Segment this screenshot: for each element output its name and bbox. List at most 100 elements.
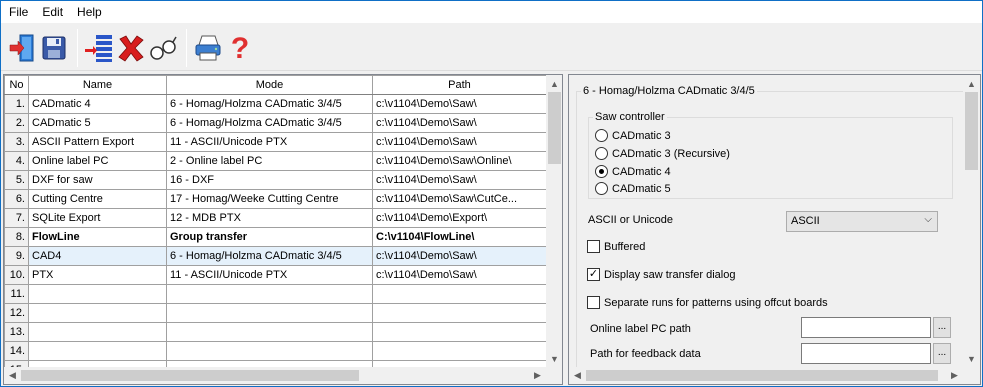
path-cell[interactable]: c:\v1104\Demo\Saw\: [372, 170, 547, 190]
name-cell[interactable]: ASCII Pattern Export: [28, 132, 167, 152]
table-row[interactable]: 9. CAD4 6 - Homag/Holzma CADmatic 3/4/5 c:\…: [4, 246, 547, 266]
mode-cell[interactable]: [166, 341, 373, 361]
table-row[interactable]: 14.: [4, 341, 547, 361]
scroll-thumb[interactable]: [586, 370, 938, 381]
table-row[interactable]: 3. ASCII Pattern Export 11 - ASCII/Unicode…: [4, 132, 547, 152]
path-cell[interactable]: c:\v1104\Demo\Saw\: [372, 132, 547, 152]
mode-cell[interactable]: 17 - Homag/Weeke Cutting Centre: [166, 189, 373, 209]
buffered-option[interactable]: Buffered: [587, 240, 645, 253]
scroll-right-arrow[interactable]: ▶: [529, 367, 546, 384]
row-number-cell[interactable]: 14.: [4, 341, 29, 361]
save-button[interactable]: [39, 31, 69, 65]
name-cell[interactable]: DXF for saw: [28, 170, 167, 190]
radio-cadmatic-4[interactable]: CADmatic 4: [595, 165, 671, 178]
path-cell[interactable]: [372, 303, 547, 323]
name-cell[interactable]: [28, 322, 167, 342]
name-cell[interactable]: FlowLine: [28, 227, 167, 247]
name-cell[interactable]: SQLite Export: [28, 208, 167, 228]
help-button[interactable]: ?: [225, 31, 255, 65]
scroll-down-arrow[interactable]: ▼: [963, 350, 980, 367]
print-button[interactable]: [193, 31, 223, 65]
settings-horizontal-scrollbar[interactable]: ◀ ▶: [569, 367, 963, 384]
table-row[interactable]: 13.: [4, 322, 547, 342]
scroll-up-arrow[interactable]: ▲: [546, 75, 562, 92]
buffered-checkbox[interactable]: [587, 240, 600, 253]
table-row[interactable]: 11.: [4, 284, 547, 304]
path-cell[interactable]: [372, 341, 547, 361]
row-number-cell[interactable]: 6.: [4, 189, 29, 209]
separate-runs-checkbox[interactable]: [587, 296, 600, 309]
name-cell[interactable]: PTX: [28, 265, 167, 285]
radio-cadmatic-3-recursive[interactable]: CADmatic 3 (Recursive): [595, 147, 730, 160]
radio-cadmatic-5[interactable]: CADmatic 5: [595, 182, 671, 195]
online-label-path-input[interactable]: [801, 317, 931, 338]
path-cell[interactable]: c:\v1104\Demo\Saw\CutCe...: [372, 189, 547, 209]
mode-cell[interactable]: [166, 284, 373, 304]
name-cell[interactable]: CADmatic 4: [28, 94, 167, 114]
mode-cell[interactable]: 16 - DXF: [166, 170, 373, 190]
row-number-cell[interactable]: 5.: [4, 170, 29, 190]
table-row[interactable]: 1. CADmatic 46 - Homag/Holzma CADmatic 3/…: [4, 94, 547, 114]
add-row-button[interactable]: [84, 31, 114, 65]
table-row[interactable]: 6. Cutting Centre 17 - Homag/Weeke Cutting…: [4, 189, 547, 209]
radio-button[interactable]: [595, 129, 608, 142]
row-number-cell[interactable]: 10.: [4, 265, 29, 285]
name-cell[interactable]: Cutting Centre: [28, 189, 167, 209]
settings-vertical-scrollbar[interactable]: ▲ ▼: [963, 75, 980, 367]
path-cell[interactable]: C:\v1104\FlowLine\: [372, 227, 547, 247]
feedback-path-browse-button[interactable]: ...: [933, 343, 951, 364]
column-header-mode[interactable]: Mode: [166, 75, 373, 95]
name-cell[interactable]: CADmatic 5: [28, 113, 167, 133]
path-cell[interactable]: c:\v1104\Demo\Saw\: [372, 94, 547, 114]
mode-cell[interactable]: [166, 322, 373, 342]
table-row[interactable]: 2. CADmatic 56 - Homag/Holzma CADmatic 3/…: [4, 113, 547, 133]
grid-vertical-scrollbar[interactable]: ▲ ▼: [546, 75, 562, 367]
row-number-cell[interactable]: 12.: [4, 303, 29, 323]
name-cell[interactable]: Online label PC: [28, 151, 167, 171]
path-cell[interactable]: c:\v1104\Demo\Export\: [372, 208, 547, 228]
row-number-cell[interactable]: 8.: [4, 227, 29, 247]
name-cell[interactable]: [28, 284, 167, 304]
scroll-up-arrow[interactable]: ▲: [963, 75, 980, 92]
grid-horizontal-scrollbar[interactable]: ◀ ▶: [4, 367, 546, 384]
column-header-path[interactable]: Path: [372, 75, 547, 95]
table-row[interactable]: 4. Online label PC 2 - Online label PC c:\v…: [4, 151, 547, 171]
delete-button[interactable]: [116, 31, 146, 65]
display-dialog-option[interactable]: ✓ Display saw transfer dialog: [587, 268, 735, 281]
path-cell[interactable]: c:\v1104\Demo\Saw\Online\: [372, 151, 547, 171]
mode-cell[interactable]: 12 - MDB PTX: [166, 208, 373, 228]
name-cell[interactable]: [28, 341, 167, 361]
mode-cell[interactable]: 2 - Online label PC: [166, 151, 373, 171]
radio-button[interactable]: [595, 182, 608, 195]
column-header-no[interactable]: No: [4, 75, 29, 95]
display-dialog-checkbox[interactable]: ✓: [587, 268, 600, 281]
scroll-thumb[interactable]: [965, 92, 978, 170]
table-row[interactable]: 8. FlowLine Group transfer C:\v1104\FlowLin…: [4, 227, 547, 247]
column-header-name[interactable]: Name: [28, 75, 167, 95]
scroll-left-arrow[interactable]: ◀: [569, 367, 586, 384]
name-cell[interactable]: CAD4: [28, 246, 167, 266]
find-button[interactable]: [148, 31, 178, 65]
row-number-cell[interactable]: 4.: [4, 151, 29, 171]
radio-button[interactable]: [595, 165, 608, 178]
row-number-cell[interactable]: 7.: [4, 208, 29, 228]
separate-runs-option[interactable]: Separate runs for patterns using offcut …: [587, 296, 828, 309]
table-row[interactable]: 12.: [4, 303, 547, 323]
menu-edit[interactable]: Edit: [38, 5, 67, 19]
scroll-thumb[interactable]: [548, 92, 561, 164]
online-label-path-browse-button[interactable]: ...: [933, 317, 951, 338]
path-cell[interactable]: [372, 284, 547, 304]
table-row[interactable]: 7. SQLite Export 12 - MDB PTX c:\v1104\Demo…: [4, 208, 547, 228]
ascii-unicode-select[interactable]: ASCII ⌵: [786, 211, 938, 232]
mode-cell[interactable]: 11 - ASCII/Unicode PTX: [166, 265, 373, 285]
radio-button[interactable]: [595, 147, 608, 160]
menu-help[interactable]: Help: [73, 5, 106, 19]
scroll-down-arrow[interactable]: ▼: [546, 350, 562, 367]
scroll-right-arrow[interactable]: ▶: [946, 367, 963, 384]
scroll-left-arrow[interactable]: ◀: [4, 367, 21, 384]
row-number-cell[interactable]: 1.: [4, 94, 29, 114]
exit-button[interactable]: [7, 31, 37, 65]
path-cell[interactable]: c:\v1104\Demo\Saw\: [372, 265, 547, 285]
radio-cadmatic-3[interactable]: CADmatic 3: [595, 129, 671, 142]
table-row[interactable]: 10. PTX 11 - ASCII/Unicode PTX c:\v1104\Dem…: [4, 265, 547, 285]
